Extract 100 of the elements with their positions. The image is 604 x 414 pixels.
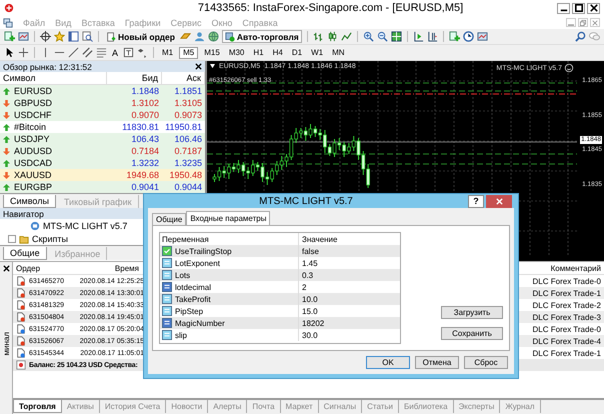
column-header[interactable]: Значение <box>299 234 338 244</box>
symbol-row[interactable]: XAUUSD 1949.68 1950.48 <box>0 169 205 181</box>
search-icon[interactable] <box>575 31 586 42</box>
cursor-icon[interactable] <box>4 47 15 58</box>
shapes-icon[interactable] <box>137 47 148 58</box>
text-tool-button[interactable]: A <box>110 48 120 58</box>
terminal-tab[interactable]: Торговля <box>13 400 62 413</box>
dialog-button[interactable]: Сброс <box>464 356 508 369</box>
ask-price: 1.1851 <box>173 86 203 96</box>
parameter-value[interactable]: 0.3 <box>299 270 314 280</box>
symbol-row[interactable]: USDCAD 1.3232 1.3235 <box>0 157 205 169</box>
panel-title: Обзор рынка: 12:31:52 <box>3 62 92 72</box>
close-icon <box>496 198 502 204</box>
dialog-button[interactable]: Загрузить <box>441 306 503 319</box>
parameter-value[interactable]: 18202 <box>299 318 324 328</box>
bid-price: 1.3102 <box>130 98 160 108</box>
symbol-row[interactable]: #Bitcoin 11830.81 11950.81 <box>0 121 205 133</box>
parameter-name: TakeProfit <box>175 294 211 304</box>
close-icon[interactable] <box>195 63 202 70</box>
parameter-value[interactable]: 15.0 <box>299 306 318 316</box>
dialog-title: MTS-MC LIGHT v5.7 <box>258 196 354 206</box>
ingot-icon[interactable] <box>180 31 191 42</box>
dialog-button[interactable]: Отмена <box>415 356 459 369</box>
help-button[interactable]: ? <box>468 194 484 208</box>
parameter-value[interactable]: 30.0 <box>299 330 318 340</box>
dialog-button[interactable]: Сохранить <box>441 327 503 340</box>
parameter-name: lotdecimal <box>175 282 212 292</box>
new-order-button[interactable]: Новый ордер <box>104 30 177 43</box>
restore-button[interactable] <box>578 18 588 27</box>
panel-icon[interactable] <box>68 31 79 42</box>
channel-icon[interactable] <box>82 47 93 58</box>
symbol-row[interactable]: USDJPY 106.43 106.46 <box>0 133 205 145</box>
maximize-button[interactable] <box>572 2 585 14</box>
symbol-row[interactable]: USDCHF 0.9070 0.9073 <box>0 109 205 121</box>
autoscroll-icon[interactable] <box>426 31 438 42</box>
timeframe-button[interactable]: W1 <box>308 46 326 58</box>
zoom-in-icon[interactable] <box>362 31 374 42</box>
star-icon[interactable] <box>54 31 65 42</box>
column-header[interactable]: Время <box>63 264 139 272</box>
column-header[interactable]: Ордер <box>16 264 60 272</box>
line-chart-icon[interactable] <box>340 31 352 42</box>
bid-price: 1.3232 <box>130 158 160 168</box>
panel-title: Навигатор <box>3 208 44 218</box>
timeframe-button[interactable]: H4 <box>270 46 286 58</box>
minimize-button[interactable] <box>557 2 570 14</box>
timeframe-button[interactable]: M30 <box>226 46 248 58</box>
timeframe-button[interactable]: M5 <box>179 46 198 58</box>
add-page-icon[interactable] <box>4 31 15 42</box>
auto-trading-icon <box>224 32 235 42</box>
symbol-name: USDCAD <box>14 158 52 168</box>
magnifier-icon[interactable] <box>82 31 93 42</box>
crosshair-icon[interactable] <box>40 31 51 42</box>
parameter-value[interactable]: 2 <box>299 282 306 292</box>
panel-tab[interactable]: Общие <box>3 247 47 260</box>
dialog-tab[interactable]: Общие <box>152 213 186 225</box>
bid-price: 0.9041 <box>130 182 160 192</box>
order-comment: DLC Forex Trade-0 <box>532 324 601 334</box>
person-icon[interactable] <box>194 31 205 42</box>
app-logo-icon <box>4 3 14 13</box>
symbol-row[interactable]: GBPUSD 1.3102 1.3105 <box>0 97 205 109</box>
zoom-out-icon[interactable] <box>376 31 388 42</box>
timeframe-button[interactable]: D1 <box>288 46 306 58</box>
grid-icon[interactable] <box>390 31 402 42</box>
symbol-row[interactable]: EURUSD 1.1848 1.1851 <box>0 85 205 97</box>
close-button[interactable] <box>587 2 600 14</box>
crosshair-icon[interactable] <box>18 47 29 58</box>
order-comment: DLC Forex Trade-2 <box>532 300 601 310</box>
dialog-tab[interactable]: Входные параметры <box>186 211 270 225</box>
panel-tab[interactable]: Символы <box>3 195 56 208</box>
parameter-value[interactable]: false <box>299 246 319 256</box>
expand-icon[interactable] <box>8 234 16 242</box>
text-label-icon[interactable] <box>123 47 134 58</box>
navigator-item[interactable]: Скрипты <box>32 234 68 244</box>
order-comment: DLC Forex Trade-1 <box>532 288 601 298</box>
globe-icon[interactable] <box>208 31 219 42</box>
symbol-name: GBPUSD <box>14 98 52 108</box>
chart-shift-icon[interactable] <box>412 31 424 42</box>
bid-price: 0.7184 <box>130 146 160 156</box>
timeframe-button[interactable]: H1 <box>250 46 267 58</box>
add-page-icon[interactable] <box>448 31 460 42</box>
symbol-row[interactable]: AUDUSD 0.7184 0.7187 <box>0 145 205 157</box>
symbol-name: #Bitcoin <box>14 122 46 132</box>
parameter-name: PipStep <box>175 306 204 316</box>
parameter-value[interactable]: 1.45 <box>299 258 318 268</box>
trend-line-icon[interactable] <box>68 47 79 58</box>
timeframe-button[interactable]: M15 <box>201 46 223 58</box>
parameter-value[interactable]: 10.0 <box>299 294 318 304</box>
timeframe-button[interactable]: MN <box>329 46 348 58</box>
chart-window-icon[interactable] <box>476 31 488 42</box>
auto-trading-button[interactable]: Авто-торговля <box>222 30 302 43</box>
dialog-button[interactable]: OK <box>366 356 410 369</box>
ask-price: 0.7187 <box>173 146 203 156</box>
symbol-row[interactable]: EURGBP 0.9041 0.9044 <box>0 181 205 193</box>
clock-icon[interactable] <box>462 31 474 42</box>
close-icon[interactable] <box>2 265 10 272</box>
navigator-item[interactable]: MTS-MC LIGHT v5.7 <box>43 220 128 230</box>
candlestick-icon[interactable] <box>326 31 338 42</box>
bid-price: 0.9070 <box>130 110 160 120</box>
bar-chart-icon[interactable] <box>312 31 324 42</box>
timeframe-button[interactable]: M1 <box>159 46 176 58</box>
